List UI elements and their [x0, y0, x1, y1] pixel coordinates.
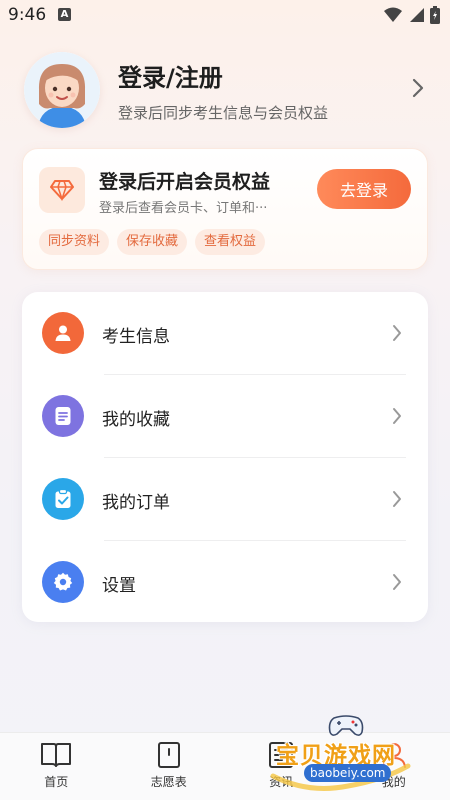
chevron-right-icon [393, 325, 401, 341]
chevron-right-icon [393, 574, 401, 590]
membership-title: 登录后开启会员权益 [99, 171, 271, 193]
tag-sync-data[interactable]: 同步资料 [39, 229, 110, 255]
membership-subtitle: 登录后查看会员卡、订单和··· [99, 201, 268, 216]
menu-label: 考生信息 [102, 327, 170, 347]
profile-header[interactable]: 登录/注册 登录后同步考生信息与会员权益 [0, 48, 450, 138]
battery-icon [430, 6, 440, 24]
avatar[interactable] [24, 52, 100, 128]
notification-badge-icon: A [58, 8, 71, 21]
go-login-button[interactable]: 去登录 [317, 169, 411, 209]
menu-label: 设置 [102, 576, 136, 596]
tab-application-form[interactable]: 志愿表 [113, 733, 226, 800]
membership-card: 登录后开启会员权益 登录后查看会员卡、订单和··· 去登录 同步资料 保存收藏 … [22, 148, 428, 270]
menu-item-settings[interactable]: 设置 [22, 541, 428, 623]
menu-item-candidate-info[interactable]: 考生信息 [22, 292, 428, 374]
tab-label: 志愿表 [150, 775, 187, 789]
menu-item-favorites[interactable]: 我的收藏 [22, 375, 428, 457]
chevron-right-icon [393, 491, 401, 507]
document-icon [42, 395, 84, 437]
form-icon [157, 742, 180, 768]
tag-view-benefits[interactable]: 查看权益 [195, 229, 266, 255]
menu-label: 我的收藏 [102, 410, 170, 430]
login-register-title[interactable]: 登录/注册 [118, 58, 223, 93]
watermark-url: baobeiy.com [304, 764, 392, 782]
tab-label: 首页 [44, 775, 69, 789]
watermark: 宝贝游戏网 baobeiy.com [268, 712, 428, 794]
chevron-right-icon[interactable] [412, 78, 424, 98]
tag-save-favorites[interactable]: 保存收藏 [117, 229, 188, 255]
menu-list: 考生信息 我的收藏 我的订单 设置 [22, 292, 428, 622]
person-icon [42, 312, 84, 354]
tab-home[interactable]: 首页 [0, 733, 113, 800]
gear-icon [42, 561, 84, 603]
avatar-illustration-icon [24, 52, 100, 128]
menu-label: 我的订单 [102, 493, 170, 513]
gamepad-icon [328, 715, 364, 736]
diamond-icon [50, 180, 74, 201]
book-icon [41, 743, 72, 767]
diamond-icon-box [39, 167, 85, 213]
chevron-right-icon [393, 408, 401, 424]
login-subtitle: 登录后同步考生信息与会员权益 [118, 104, 329, 122]
status-indicators [384, 6, 440, 24]
status-bar: 9:46 A [0, 0, 450, 32]
menu-item-orders[interactable]: 我的订单 [22, 458, 428, 540]
wifi-icon [384, 7, 402, 22]
clipboard-check-icon [42, 478, 84, 520]
signal-icon [410, 8, 424, 22]
membership-tags: 同步资料 保存收藏 查看权益 [39, 229, 266, 255]
status-time: 9:46 [8, 5, 47, 25]
